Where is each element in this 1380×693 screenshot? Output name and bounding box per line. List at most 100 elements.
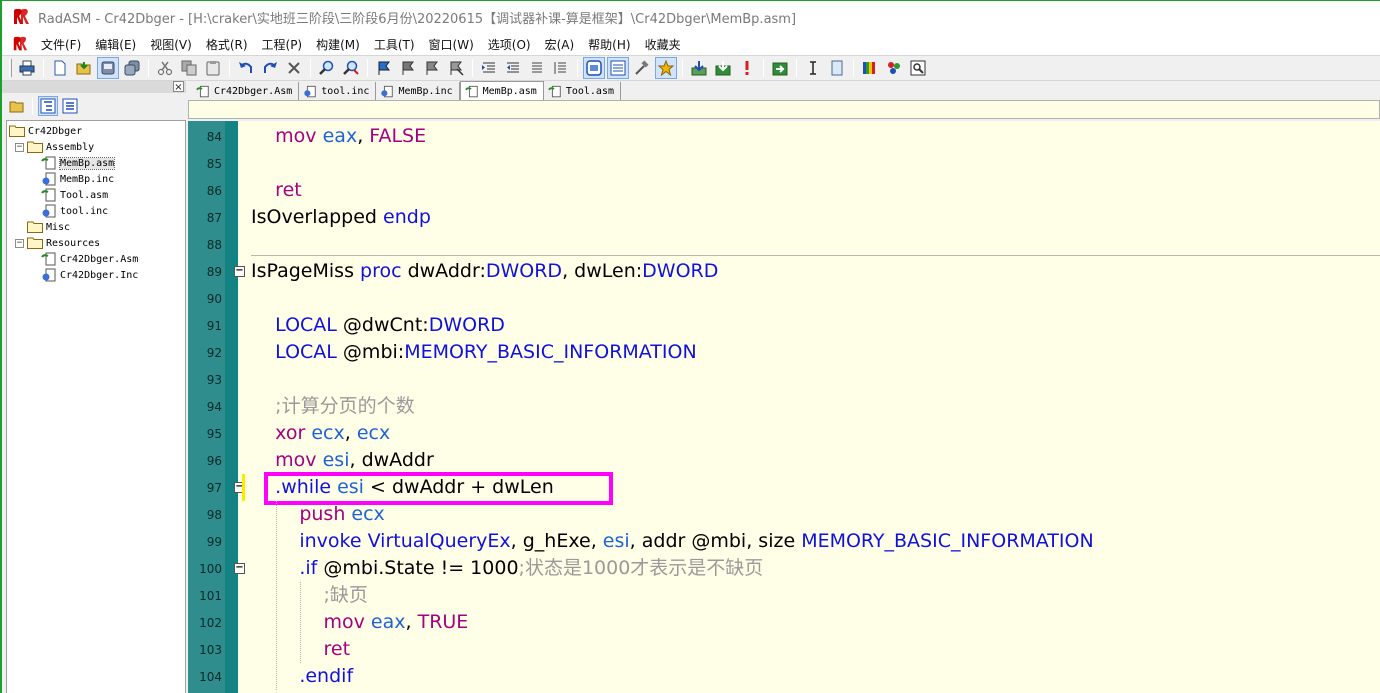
project-open-button[interactable] <box>7 96 27 116</box>
code-editor[interactable]: 84 85 86 87 88 89 90 91 92 93 94 95 96 97 98 99 100 101 10… <box>188 121 1380 693</box>
scissors-icon <box>158 61 172 75</box>
radasm-menu-logo-icon[interactable] <box>12 36 28 52</box>
line-number: 95 <box>206 427 222 441</box>
bookmark-clear-button[interactable] <box>445 57 467 79</box>
menu-tools[interactable]: 工具(T) <box>367 36 422 53</box>
project-view-button[interactable] <box>583 57 605 79</box>
tree-file-tool-inc[interactable]: tool.inc <box>7 203 185 219</box>
notepad-button[interactable] <box>826 57 848 79</box>
indent-button[interactable] <box>478 57 500 79</box>
print-button[interactable] <box>16 57 38 79</box>
code-line[interactable]: xor ecx, ecx <box>251 420 390 447</box>
menu-format[interactable]: 格式(R) <box>199 36 255 53</box>
paste-button[interactable] <box>202 57 224 79</box>
uncomment-lines-icon <box>554 62 566 74</box>
save-icon <box>101 61 115 75</box>
tree-group-misc[interactable]: Misc <box>7 219 185 235</box>
bookmark-prev-button[interactable] <box>421 57 443 79</box>
outdent-button[interactable] <box>502 57 524 79</box>
fold-margin[interactable] <box>225 121 238 693</box>
collapse-icon[interactable]: − <box>15 142 24 152</box>
comment-button[interactable] <box>526 57 548 79</box>
tree-file-tool-asm[interactable]: Tool.asm <box>7 187 185 203</box>
project-view-toggle[interactable] <box>60 96 80 116</box>
redo-button[interactable] <box>259 57 281 79</box>
new-file-button[interactable] <box>49 57 71 79</box>
code-line[interactable]: .endif <box>251 663 353 690</box>
code-line[interactable]: ret <box>251 177 302 204</box>
collapse-icon[interactable]: − <box>15 238 24 248</box>
printer-icon <box>19 60 35 76</box>
cursor-button[interactable] <box>802 57 824 79</box>
code-line[interactable]: .if @mbi.State != 1000;状态是1000才表示是不缺页 <box>251 555 763 582</box>
fold-collapse-icon[interactable]: − <box>234 563 245 574</box>
code-line[interactable]: IsPageMiss proc dwAddr:DWORD, dwLen:DWOR… <box>251 258 718 285</box>
tools-button[interactable] <box>631 57 653 79</box>
line-number: 104 <box>199 670 222 684</box>
menu-options[interactable]: 选项(O) <box>481 36 538 53</box>
tab-cr42dbger-asm[interactable]: Cr42Dbger.Asm <box>192 82 300 100</box>
colors-button[interactable] <box>859 57 881 79</box>
tree-file-cr42dbger-inc[interactable]: Cr42Dbger.Inc <box>7 267 185 283</box>
menu-file[interactable]: 文件(F) <box>34 36 88 53</box>
editor-info-strip[interactable] <box>188 100 1380 119</box>
menu-help[interactable]: 帮助(H) <box>581 36 637 53</box>
bookmark-toggle-button[interactable] <box>373 57 395 79</box>
replace-button[interactable] <box>340 57 362 79</box>
favorites-button[interactable] <box>655 57 677 79</box>
code-line[interactable]: LOCAL @dwCnt:DWORD <box>251 312 505 339</box>
code-line[interactable]: push ecx <box>251 501 384 528</box>
menu-build[interactable]: 构建(M) <box>309 36 367 53</box>
tree-file-membp-asm[interactable]: MemBp.asm <box>7 155 185 171</box>
menu-view[interactable]: 视图(V) <box>143 36 199 53</box>
find-button[interactable] <box>316 57 338 79</box>
toolbar-grip[interactable] <box>9 59 12 77</box>
menu-edit[interactable]: 编辑(E) <box>88 36 143 53</box>
uncomment-button[interactable] <box>550 57 572 79</box>
line-number-gutter[interactable]: 84 85 86 87 88 89 90 91 92 93 94 95 96 97 98 99 100 101 10… <box>188 121 238 693</box>
menu-macro[interactable]: 宏(A) <box>538 36 582 53</box>
cut-button[interactable] <box>154 57 176 79</box>
save-button[interactable] <box>97 57 119 79</box>
tree-group-resources[interactable]: − Resources <box>7 235 185 251</box>
file-view-button[interactable] <box>38 96 58 116</box>
code-line[interactable]: LOCAL @mbi:MEMORY_BASIC_INFORMATION <box>251 339 697 366</box>
tree-group-assembly[interactable]: − Assembly <box>7 139 185 155</box>
tab-membp-asm[interactable]: MemBp.asm <box>459 81 544 100</box>
go-button[interactable] <box>769 57 791 79</box>
delete-button[interactable] <box>283 57 305 79</box>
tab-membp-inc[interactable]: MemBp.inc <box>376 82 460 100</box>
undo-button[interactable] <box>235 57 257 79</box>
tab-tool-inc[interactable]: tool.inc <box>299 82 377 100</box>
assemble-button[interactable] <box>688 57 710 79</box>
fold-collapse-icon[interactable]: − <box>234 266 245 277</box>
paste-icon <box>206 61 220 76</box>
output-view-button[interactable] <box>607 57 629 79</box>
main-toolbar <box>2 55 1380 81</box>
zoom-button[interactable] <box>907 57 929 79</box>
code-line[interactable]: ;缺页 <box>251 582 367 609</box>
menu-favorites[interactable]: 收藏夹 <box>638 36 688 53</box>
code-line[interactable]: mov eax, TRUE <box>251 609 468 636</box>
run-button[interactable] <box>736 57 758 79</box>
tab-tool-asm[interactable]: Tool.asm <box>544 82 621 100</box>
tree-root[interactable]: Cr42Dbger <box>7 123 185 139</box>
tree-file-membp-inc[interactable]: MemBp.inc <box>7 171 185 187</box>
code-line[interactable]: invoke VirtualQueryEx, g_hExe, esi, addr… <box>251 528 1093 555</box>
menu-window[interactable]: 窗口(W) <box>422 36 481 53</box>
open-file-button[interactable] <box>73 57 95 79</box>
code-token: LOCAL <box>275 314 337 336</box>
palette-button[interactable] <box>883 57 905 79</box>
bookmark-next-button[interactable] <box>397 57 419 79</box>
link-button[interactable] <box>712 57 734 79</box>
copy-button[interactable] <box>178 57 200 79</box>
save-all-button[interactable] <box>121 57 143 79</box>
menu-project[interactable]: 工程(P) <box>255 36 310 53</box>
code-line[interactable]: IsOverlapped endp <box>251 204 431 231</box>
code-line[interactable]: ;计算分页的个数 <box>251 393 414 420</box>
tree-file-cr42dbger-asm[interactable]: Cr42Dbger.Asm <box>7 251 185 267</box>
code-line[interactable]: mov esi, dwAddr <box>251 447 434 474</box>
close-icon[interactable]: × <box>173 81 184 93</box>
code-line[interactable]: mov eax, FALSE <box>251 123 426 150</box>
